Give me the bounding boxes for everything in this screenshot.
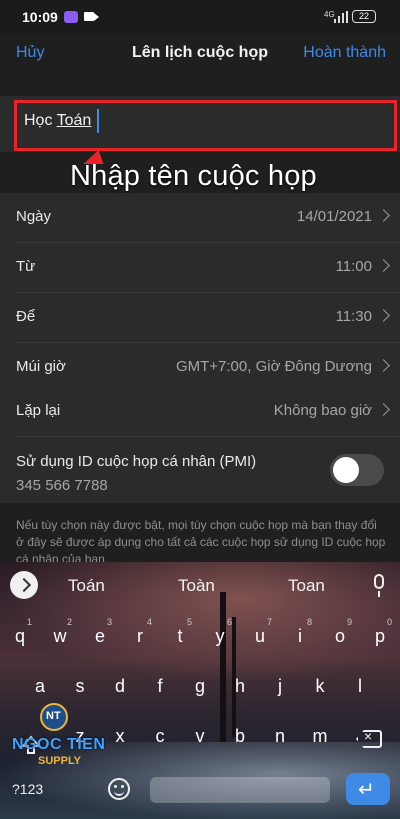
watermark-name: NGOC TIEN (12, 736, 106, 753)
key-hint: 9 (346, 617, 352, 627)
key-label: i (298, 626, 302, 646)
row-value: 14/01/2021 (296, 208, 372, 225)
row-value: 11:30 (335, 308, 372, 325)
row-from[interactable]: Từ 11:00 (0, 243, 400, 293)
battery-icon: 22 (352, 10, 376, 23)
key-hint: 6 (226, 617, 232, 627)
row-label: Ngày (16, 208, 52, 225)
key-c[interactable]: c (142, 714, 178, 758)
key-r[interactable]: r4 (122, 614, 158, 658)
key-b[interactable]: b (222, 714, 258, 758)
key-v[interactable]: v (182, 714, 218, 758)
row-label: Để (16, 308, 36, 325)
key-h[interactable]: h (222, 664, 258, 708)
app-notification-icon (64, 11, 78, 23)
key-u[interactable]: u7 (242, 614, 278, 658)
key-l[interactable]: l (342, 664, 378, 708)
row-value: Không bao giờ (273, 402, 372, 419)
key-hint: 8 (306, 617, 312, 627)
row-to[interactable]: Để 11:30 (0, 293, 400, 343)
key-a[interactable]: a (22, 664, 58, 708)
top-bar: Hủy Lên lịch cuộc họp Hoàn thành (0, 34, 400, 74)
key-label: p (374, 626, 385, 646)
key-m[interactable]: m (302, 714, 338, 758)
key-o[interactable]: o9 (322, 614, 358, 658)
key-label: e (94, 626, 105, 646)
key-hint: 7 (266, 617, 272, 627)
video-camera-icon (84, 12, 99, 21)
signal-icon (334, 11, 348, 23)
key-label: r (137, 626, 143, 646)
key-label: y (215, 626, 225, 646)
chevron-right-icon (377, 209, 390, 222)
row-value: GMT+7:00, Giờ Đông Dương (175, 358, 372, 375)
key-f[interactable]: f (142, 664, 178, 708)
key-label: q (14, 626, 25, 646)
backspace-x: × (364, 728, 373, 744)
chevron-right-icon (377, 403, 390, 416)
row-date[interactable]: Ngày 14/01/2021 (0, 193, 400, 243)
suggestion-bar: Toán Toàn Toan (0, 562, 400, 606)
key-n[interactable]: n (262, 714, 298, 758)
space-bar[interactable] (150, 777, 330, 803)
key-label: t (177, 626, 183, 646)
pmi-label: Sử dụng ID cuộc họp cá nhân (PMI) (16, 453, 257, 470)
row-label: Múi giờ (16, 358, 66, 375)
key-hint: 0 (386, 617, 392, 627)
watermark-sub: SUPPLY (38, 755, 82, 767)
key-hint: 3 (106, 617, 112, 627)
enter-key[interactable] (346, 773, 390, 805)
suggestion[interactable]: Toán (68, 576, 105, 596)
key-k[interactable]: k (302, 664, 338, 708)
pmi-toggle[interactable] (330, 454, 384, 486)
key-label: w (53, 626, 67, 646)
microphone-stand (378, 591, 380, 597)
row-timezone[interactable]: Múi giờ GMT+7:00, Giờ Đông Dương (0, 343, 400, 393)
key-w[interactable]: w2 (42, 614, 78, 658)
key-s[interactable]: s (62, 664, 98, 708)
key-g[interactable]: g (182, 664, 218, 708)
key-label: u (254, 626, 265, 646)
key-i[interactable]: i8 (282, 614, 318, 658)
row-pmi: Sử dụng ID cuộc họp cá nhân (PMI) 345 56… (0, 437, 400, 503)
watermark-initials: NT (46, 710, 61, 722)
key-y[interactable]: y6 (202, 614, 238, 658)
toggle-knob (333, 457, 359, 483)
chevron-right-icon (377, 259, 390, 272)
key-d[interactable]: d (102, 664, 138, 708)
done-button[interactable]: Hoàn thành (303, 44, 386, 62)
suggestion[interactable]: Toan (288, 576, 325, 596)
key-label: o (334, 626, 345, 646)
status-bar: 10:09 4G 22 (0, 0, 400, 34)
key-t[interactable]: t5 (162, 614, 198, 658)
emoji-icon[interactable] (108, 778, 130, 800)
key-hint: 2 (66, 617, 72, 627)
on-screen-keyboard: Toán Toàn Toan q1 w2 e3 r4 t5 y6 u7 i8 o… (0, 562, 400, 819)
pmi-note: Nếu tùy chọn này được bật, mọi tùy chọn … (16, 518, 386, 566)
pmi-id: 345 566 7788 (16, 477, 108, 494)
key-e[interactable]: e3 (82, 614, 118, 658)
row-label: Lặp lại (16, 402, 61, 419)
status-time: 10:09 (22, 9, 58, 25)
key-x[interactable]: x (102, 714, 138, 758)
row-value: 11:00 (335, 258, 372, 275)
symbols-key[interactable]: ?123 (12, 781, 43, 797)
microphone-icon[interactable] (374, 574, 384, 589)
key-q[interactable]: q1 (2, 614, 38, 658)
chevron-right-icon (377, 359, 390, 372)
expand-toolbar-icon[interactable] (10, 571, 38, 599)
chevron-right-icon (377, 309, 390, 322)
key-hint: 4 (146, 617, 152, 627)
row-repeat[interactable]: Lặp lại Không bao giờ (0, 387, 400, 437)
key-p[interactable]: p0 (362, 614, 398, 658)
row-label: Từ (16, 258, 36, 275)
key-hint: 1 (26, 617, 32, 627)
highlight-box (14, 100, 397, 151)
suggestion[interactable]: Toàn (178, 576, 215, 596)
key-hint: 5 (186, 617, 192, 627)
key-j[interactable]: j (262, 664, 298, 708)
callout-label: Nhập tên cuộc họp (70, 160, 317, 192)
